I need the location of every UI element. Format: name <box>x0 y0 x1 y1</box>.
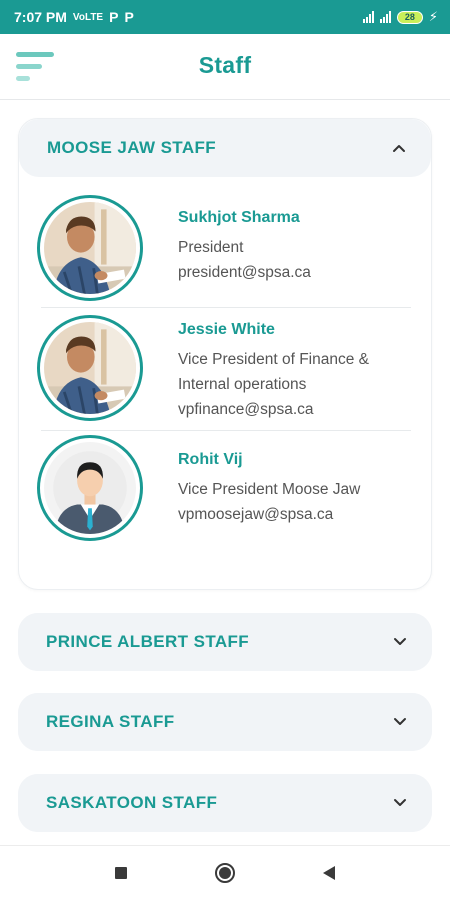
chevron-down-icon <box>394 718 406 725</box>
status-bar-left: 7:07 PM VoLTE P P <box>14 9 134 25</box>
section-header-regina[interactable]: REGINA STAFF <box>18 693 432 751</box>
p-icon: P <box>109 9 119 25</box>
avatar <box>37 435 143 541</box>
staff-name: Rohit Vij <box>178 451 243 468</box>
signal-icon <box>362 11 374 23</box>
section-title: PRINCE ALBERT STAFF <box>46 632 250 651</box>
section-header-saskatoon[interactable]: SASKATOON STAFF <box>18 774 432 832</box>
home-icon[interactable] <box>213 861 237 885</box>
section-title: MOOSE JAW STAFF <box>47 138 217 157</box>
staff-role: Vice President of Finance & Internal ope… <box>178 351 369 393</box>
staff-info: Jessie White Vice President of Finance &… <box>178 321 411 419</box>
section-title: SASKATOON STAFF <box>46 793 218 812</box>
staff-name: Jessie White <box>178 321 275 338</box>
section-header-prince-albert[interactable]: PRINCE ALBERT STAFF <box>18 613 432 671</box>
battery-icon: 28 <box>396 10 423 24</box>
staff-role: Vice President Moose Jaw <box>178 481 361 498</box>
charging-icon: ⚡ <box>428 9 438 24</box>
back-icon[interactable] <box>317 861 341 885</box>
section-moose-jaw: MOOSE JAW STAFF Sukhjot Sharma President… <box>18 118 432 590</box>
volte-icon: VoLTE <box>72 11 104 23</box>
person-placeholder-icon <box>44 442 136 534</box>
staff-email[interactable]: vpmoosejaw@spsa.ca <box>178 506 411 524</box>
recents-icon[interactable] <box>109 861 133 885</box>
chevron-down-icon <box>394 638 406 645</box>
divider <box>41 430 411 431</box>
divider <box>41 307 411 308</box>
staff-role: President <box>178 239 244 256</box>
staff-list[interactable]: MOOSE JAW STAFF Sukhjot Sharma President… <box>0 100 450 845</box>
staff-card: Sukhjot Sharma President president@spsa.… <box>37 195 411 303</box>
staff-name: Sukhjot Sharma <box>178 209 300 226</box>
app-header: Staff <box>0 34 450 100</box>
system-nav-bar <box>0 845 450 900</box>
section-prince-albert[interactable]: PRINCE ALBERT STAFF <box>18 613 432 671</box>
staff-info: Sukhjot Sharma President president@spsa.… <box>178 209 411 282</box>
chevron-up-icon <box>393 145 405 152</box>
section-regina[interactable]: REGINA STAFF <box>18 693 432 751</box>
avatar <box>37 315 143 421</box>
staff-email[interactable]: vpfinance@spsa.ca <box>178 401 411 419</box>
staff-email[interactable]: president@spsa.ca <box>178 264 411 282</box>
chevron-down-icon <box>394 799 406 806</box>
staff-photo <box>44 322 136 414</box>
status-bar: 7:07 PM VoLTE P P 28 ⚡ <box>0 0 450 34</box>
staff-card: Rohit Vij Vice President Moose Jaw vpmoo… <box>37 435 411 543</box>
staff-card: Jessie White Vice President of Finance &… <box>37 315 411 423</box>
section-header-moose-jaw[interactable]: MOOSE JAW STAFF <box>19 119 431 177</box>
signal-icon <box>379 11 391 23</box>
staff-info: Rohit Vij Vice President Moose Jaw vpmoo… <box>178 451 411 524</box>
avatar <box>37 195 143 301</box>
page-title: Staff <box>198 52 252 78</box>
status-bar-right: 28 ⚡ <box>362 9 438 25</box>
staff-photo <box>44 202 136 294</box>
section-title: REGINA STAFF <box>46 712 175 731</box>
status-time: 7:07 PM <box>14 9 67 25</box>
p-icon: P <box>124 9 134 25</box>
section-saskatoon[interactable]: SASKATOON STAFF <box>18 774 432 832</box>
